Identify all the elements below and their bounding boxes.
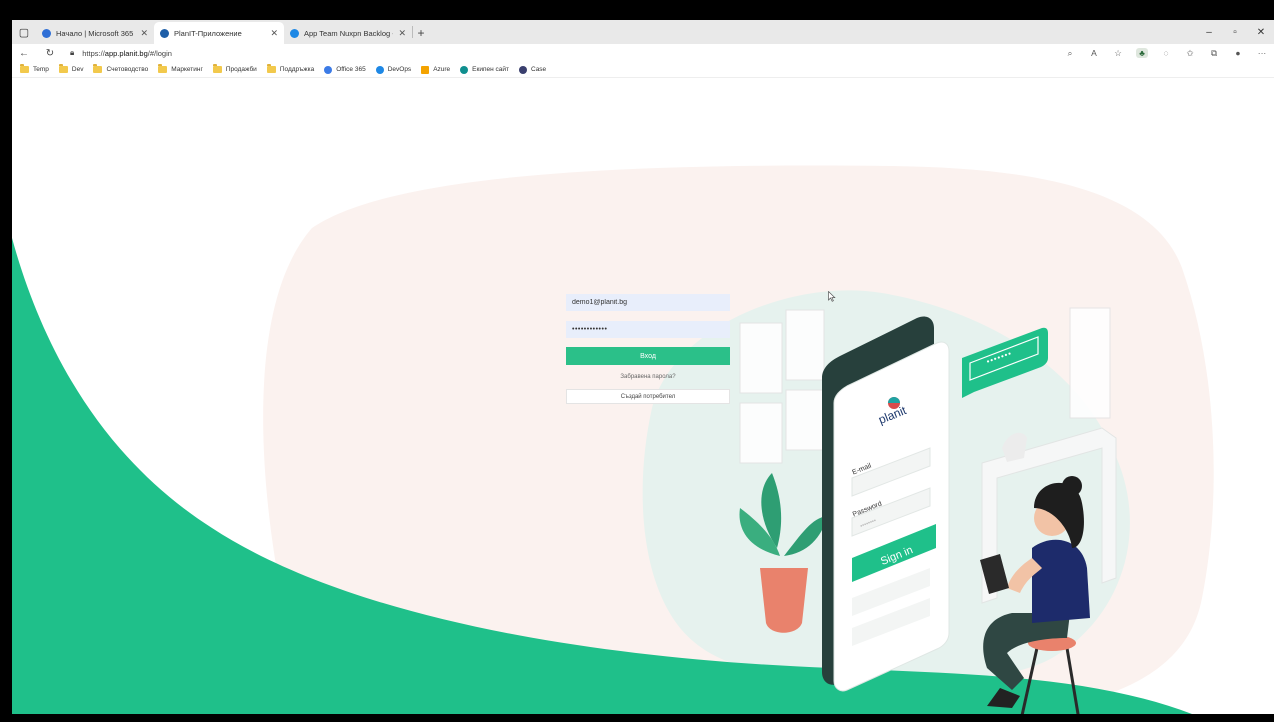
mouse-cursor-icon (828, 291, 836, 302)
bookmark-sales[interactable]: Продажби (212, 64, 257, 73)
office-365-icon (324, 65, 333, 74)
lock-icon: 🔒︎ (70, 48, 75, 57)
login-button[interactable]: Вход (566, 347, 730, 365)
team-site-icon (460, 65, 469, 74)
restore-icon[interactable]: ▫ (1222, 27, 1248, 38)
window-controls: – ▫ ✕ (1196, 20, 1274, 44)
toolbar-actions: ⌕ A ☆ ♣ ◌ ✩ ⧉ ● ··· (1064, 48, 1268, 59)
folder-icon (58, 64, 68, 73)
bookmark-label: Temp (33, 66, 49, 73)
collections-icon[interactable]: ⧉ (1208, 48, 1220, 59)
planit-favicon-icon (160, 28, 169, 38)
folder-icon (93, 64, 103, 73)
folder-icon (20, 64, 29, 73)
microsoft-365-favicon-icon (42, 28, 51, 38)
bookmark-label: Екипен сайт (472, 66, 509, 73)
devops-favicon-icon (290, 28, 299, 38)
favorite-add-icon[interactable]: ☆ (1112, 48, 1124, 59)
folder-icon (158, 64, 168, 73)
address-bar[interactable]: 🔒︎ https://app.planit.bg/#/login (70, 48, 172, 58)
bookmark-devops[interactable]: DevOps (375, 65, 412, 74)
bookmark-label: Счетоводство (106, 66, 149, 73)
bookmark-label: Case (531, 66, 547, 73)
case-icon (519, 65, 527, 74)
browser-window: ▢ Начало | Microsoft 365 ✕ PlanIT-Прилож… (12, 20, 1274, 714)
bookmark-marketing[interactable]: Маркетинг (158, 64, 203, 73)
more-menu-icon[interactable]: ··· (1256, 48, 1268, 58)
refresh-extension-icon[interactable]: ◌ (1160, 48, 1172, 58)
bookmark-office-365[interactable]: Office 365 (324, 65, 366, 74)
close-icon[interactable]: ✕ (140, 28, 148, 39)
extension-icon[interactable]: ♣ (1136, 48, 1148, 58)
bookmark-label: Dev (71, 66, 84, 73)
bookmark-temp[interactable]: Temp (20, 64, 49, 73)
tab-strip: ▢ Начало | Microsoft 365 ✕ PlanIT-Прилож… (12, 20, 1274, 44)
password-field[interactable] (566, 321, 730, 338)
read-aloud-icon[interactable]: A (1088, 48, 1100, 58)
bookmarks-bar: Temp Dev Счетоводство Маркетинг Продажби… (12, 62, 1274, 78)
tab-title: PlanIT-Приложение (174, 28, 242, 38)
phone-illustration (822, 316, 950, 692)
bookmark-label: Office 365 (336, 66, 366, 73)
tab-actions-icon[interactable]: ▢ (12, 20, 36, 44)
bookmark-label: Продажби (225, 66, 257, 73)
favorites-icon[interactable]: ✩ (1184, 48, 1196, 59)
profile-avatar-icon[interactable]: ● (1232, 48, 1244, 58)
close-window-icon[interactable]: ✕ (1248, 27, 1274, 38)
browser-toolbar: ← ↻ 🔒︎ https://app.planit.bg/#/login ⌕ A… (12, 44, 1274, 62)
azure-icon (421, 65, 430, 74)
bookmark-label: Поддръжка (279, 66, 315, 73)
tab-microsoft-365[interactable]: Начало | Microsoft 365 ✕ (36, 22, 154, 44)
tab-title: App Team Nuxpn Backlog - Bo... (304, 28, 393, 38)
bookmark-team-site[interactable]: Екипен сайт (460, 65, 509, 74)
bookmark-case[interactable]: Case (519, 65, 547, 74)
url-text: https://app.planit.bg/#/login (82, 48, 172, 58)
folder-icon (212, 64, 222, 73)
forgot-password-link[interactable]: Забравена парола? (566, 374, 730, 380)
zoom-icon[interactable]: ⌕ (1064, 48, 1076, 59)
bookmark-dev[interactable]: Dev (58, 64, 84, 73)
refresh-icon[interactable]: ↻ (44, 48, 56, 59)
close-icon[interactable]: ✕ (270, 28, 278, 39)
bookmark-azure[interactable]: Azure (421, 65, 451, 74)
email-field[interactable] (566, 294, 730, 311)
minimize-icon[interactable]: – (1196, 27, 1222, 38)
login-page: planit E-mail Password •••••••• Sign in … (12, 78, 1274, 714)
folder-icon (266, 64, 276, 73)
new-tab-plus-icon[interactable]: + (413, 22, 429, 44)
tab-planit[interactable]: PlanIT-Приложение ✕ (154, 22, 284, 44)
register-button[interactable]: Създай потребител (566, 389, 730, 404)
bookmark-label: Azure (433, 66, 451, 73)
tab-title: Начало | Microsoft 365 (56, 28, 134, 38)
bookmark-support[interactable]: Поддръжка (266, 64, 315, 73)
tab-backlog[interactable]: App Team Nuxpn Backlog - Bo... ✕ (284, 22, 412, 44)
bookmark-accounting[interactable]: Счетоводство (93, 64, 149, 73)
bookmark-label: Маркетинг (171, 66, 203, 73)
back-arrow-icon[interactable]: ← (18, 48, 30, 59)
devops-icon (375, 65, 384, 74)
close-icon[interactable]: ✕ (398, 28, 406, 39)
bookmark-label: DevOps (387, 66, 412, 73)
